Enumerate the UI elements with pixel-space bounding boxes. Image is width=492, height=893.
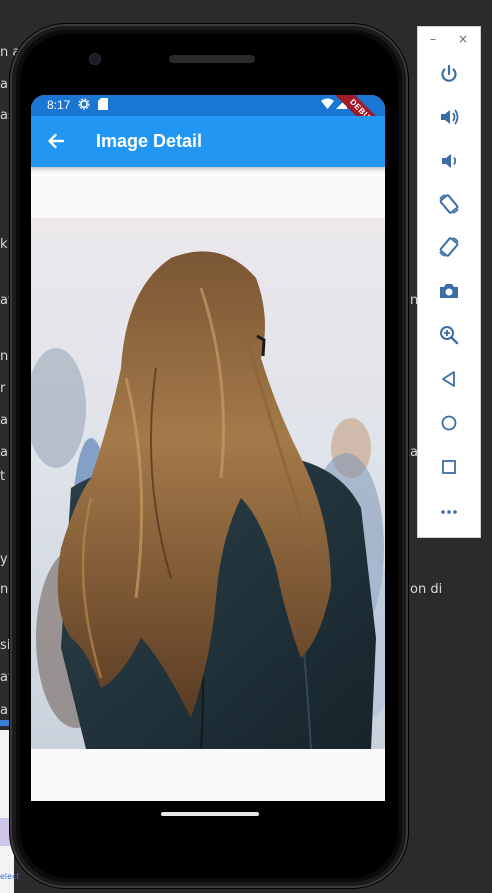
status-time: 8:17 xyxy=(47,98,71,112)
rotate-left-icon xyxy=(439,194,459,214)
more-button[interactable] xyxy=(434,497,464,527)
settings-icon xyxy=(78,98,90,113)
app-bar: Image Detail xyxy=(31,116,385,167)
bg-text-fragment: on di xyxy=(410,582,443,597)
more-dots-icon xyxy=(441,510,457,514)
rotate-right-icon xyxy=(439,237,459,257)
volume-down-button[interactable] xyxy=(434,146,464,176)
status-bar: 8:17 DEBUG xyxy=(31,95,385,149)
rotate-left-button[interactable] xyxy=(434,189,464,219)
app-screen: 8:17 DEBUG Image Detail xyxy=(31,95,385,801)
bg-text-fragment: a xyxy=(0,703,8,718)
power-button[interactable] xyxy=(434,59,464,89)
sd-card-icon xyxy=(98,98,108,113)
emulator-toolbar: – × xyxy=(417,26,481,538)
gesture-home-bar[interactable] xyxy=(161,812,259,816)
bg-text-fragment: a xyxy=(0,77,8,92)
arrow-back-icon xyxy=(48,133,65,149)
volume-up-icon xyxy=(441,109,459,125)
bg-text-fragment: a xyxy=(0,413,8,428)
minimize-button[interactable]: – xyxy=(430,32,436,46)
camera-icon xyxy=(440,284,458,298)
zoom-in-icon xyxy=(440,326,459,345)
bg-text-fragment: k xyxy=(0,237,8,252)
bg-text-fragment: si xyxy=(0,638,11,653)
square-overview-icon xyxy=(442,460,456,474)
circle-home-icon xyxy=(441,415,457,431)
bg-text-fragment: r xyxy=(0,381,6,396)
power-icon xyxy=(441,64,457,82)
triangle-back-icon xyxy=(442,371,455,387)
zoom-button[interactable] xyxy=(434,320,464,350)
rotate-right-button[interactable] xyxy=(434,232,464,262)
close-button[interactable]: × xyxy=(458,32,468,46)
screenshot-button[interactable] xyxy=(434,276,464,306)
front-camera xyxy=(89,53,101,65)
volume-up-button[interactable] xyxy=(434,102,464,132)
nav-overview-button[interactable] xyxy=(434,452,464,482)
bg-select-text: elect xyxy=(0,872,20,881)
bg-text-fragment: a xyxy=(0,445,8,460)
back-button[interactable] xyxy=(43,128,69,154)
bg-text-fragment: y xyxy=(0,552,8,567)
wifi-icon xyxy=(321,98,334,112)
volume-down-icon xyxy=(442,154,457,168)
detail-image xyxy=(31,218,385,749)
nav-home-button[interactable] xyxy=(434,408,464,438)
page-title: Image Detail xyxy=(96,131,203,151)
nav-back-button[interactable] xyxy=(434,364,464,394)
earpiece-speaker xyxy=(169,55,255,63)
